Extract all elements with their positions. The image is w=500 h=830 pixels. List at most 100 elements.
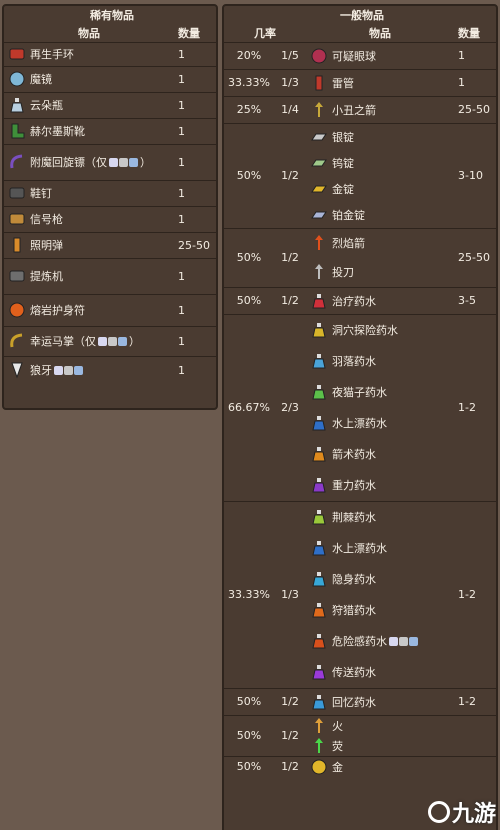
rare-items-table: 稀有物品 物品 数量 再生手环 1 魔镜 1 云朵瓶 1 赫尔墨斯靴 1 附魔回旋镖（仅） 1 鞋钉… [4, 6, 216, 384]
common-item-name[interactable]: 烈焰箭 [332, 235, 365, 251]
common-items-cell: 小丑之箭 [306, 95, 454, 123]
drop-chance-fraction: 1/2 [274, 755, 306, 777]
rare-item-row: 熔岩护身符 1 [4, 293, 216, 326]
rare-item-name[interactable]: 照明弹 [30, 237, 63, 253]
common-item-name[interactable]: 火 [332, 718, 343, 734]
common-item-name[interactable]: 箭术药水 [332, 446, 376, 462]
rare-item-row: 提炼机 1 [4, 257, 216, 294]
rare-item-cell: 提炼机 [4, 257, 174, 294]
rare-item-name[interactable]: 幸运马掌（仅 [30, 333, 96, 349]
common-item-name[interactable]: 危险感药水 [332, 633, 387, 649]
common-item: 金锭 [310, 176, 450, 202]
common-item-name[interactable]: 金锭 [332, 181, 354, 197]
common-title: 一般物品 [340, 9, 384, 22]
drop-chance-fraction: 1/2 [274, 714, 306, 756]
rare-item-name[interactable]: 鞋钉 [30, 185, 52, 201]
jiuyou-watermark-logo: 九游 [427, 796, 496, 828]
rare-item-qty: 25-50 [174, 231, 216, 258]
rare-item-name[interactable]: 熔岩护身符 [30, 302, 85, 318]
rare-item-name[interactable]: 再生手环 [30, 46, 74, 62]
watermark-text: 九游 [451, 802, 496, 827]
rare-title: 稀有物品 [90, 9, 134, 22]
drop-chance-fraction: 1/3 [274, 68, 306, 96]
common-item-name[interactable]: 铂金锭 [332, 207, 365, 223]
common-item: 回忆药水 [310, 689, 450, 715]
mirror-icon [8, 70, 26, 88]
shoe-spikes-icon [8, 184, 26, 202]
gold-bar-icon [310, 180, 328, 198]
common-item: 金 [310, 757, 450, 777]
common-item-name[interactable]: 夜猫子药水 [332, 384, 387, 400]
common-item: 治疗药水 [310, 288, 450, 314]
common-item-qty: 1 [454, 68, 496, 96]
common-col-qty: 数量 [458, 26, 480, 40]
common-item-name[interactable]: 羽落药水 [332, 353, 376, 369]
rare-item-name[interactable]: 魔镜 [30, 71, 52, 87]
rare-item-row: 狼牙 1 [4, 355, 216, 384]
rare-item-cell: 再生手环 [4, 41, 174, 66]
rare-item-name[interactable]: 赫尔墨斯靴 [30, 123, 85, 139]
rare-item-row: 幸运马掌（仅 ） 1 [4, 325, 216, 356]
common-group-row: 50% 1/2 回忆药水 1-2 [224, 687, 496, 715]
rare-item-row: 信号枪 1 [4, 205, 216, 232]
common-items-panel: 一般物品 几率 物品 数量 20% 1/5 可疑眼球 1 33.33% 1/3 雷管 1 25%… [222, 4, 498, 830]
common-item-name[interactable]: 小丑之箭 [332, 102, 376, 118]
rare-item-qty: 1 [174, 257, 216, 294]
common-item-qty [454, 755, 496, 777]
common-item-name[interactable]: 金 [332, 759, 343, 775]
common-item-name[interactable]: 回忆药水 [332, 694, 376, 710]
water-walking-potion-icon [310, 539, 328, 557]
water-walking-potion-icon [310, 414, 328, 432]
common-item: 小丑之箭 [310, 97, 450, 123]
watermark-s-icon [427, 801, 450, 823]
fang-icon [8, 361, 26, 379]
common-items-cell: 雷管 [306, 68, 454, 96]
common-item-name[interactable]: 水上漂药水 [332, 540, 387, 556]
dynamite-icon [310, 74, 328, 92]
common-item: 烈焰箭 [310, 229, 450, 258]
common-items-cell: 洞穴探险药水 羽落药水夜猫子药水水上漂药水箭术药水重力药水 [306, 313, 454, 501]
rare-item-name[interactable]: 狼牙 [30, 362, 52, 378]
drop-chance-percent: 33.33% [224, 500, 274, 688]
common-group-row: 20% 1/5 可疑眼球 1 [224, 41, 496, 69]
rare-item-qty: 1 [174, 41, 216, 66]
common-item-name[interactable]: 狩猎药水 [332, 602, 376, 618]
common-item-name[interactable]: 洞穴探险药水 [332, 322, 398, 338]
common-item-name[interactable]: 传送药水 [332, 664, 376, 680]
rare-item-name[interactable]: 提炼机 [30, 268, 63, 284]
common-items-cell: 银锭 钨锭 金锭 铂金锭 [306, 122, 454, 228]
common-item-name[interactable]: 荆棘药水 [332, 509, 376, 525]
drop-chance-percent: 50% [224, 687, 274, 715]
common-item: 洞穴探险药水 [310, 315, 450, 346]
rare-item-suffix: ） [129, 335, 140, 348]
common-item-name[interactable]: 治疗药水 [332, 293, 376, 309]
rare-item-qty: 1 [174, 205, 216, 232]
common-item: 荧 [310, 736, 450, 756]
drop-chance-fraction: 1/2 [274, 687, 306, 715]
recall-potion-icon [310, 693, 328, 711]
common-item-name[interactable]: 水上漂药水 [332, 415, 387, 431]
thorns-potion-icon [310, 508, 328, 526]
common-items-cell: 回忆药水 [306, 687, 454, 715]
common-item-name[interactable]: 钨锭 [332, 155, 354, 171]
common-item-name[interactable]: 银锭 [332, 129, 354, 145]
rare-item-cell: 鞋钉 [4, 179, 174, 206]
common-item: 投刀 [310, 258, 450, 287]
common-item-name[interactable]: 雷管 [332, 75, 354, 91]
rare-item-row: 再生手环 1 [4, 41, 216, 66]
rare-item-name[interactable]: 云朵瓶 [30, 97, 63, 113]
rare-item-cell: 幸运马掌（仅 ） [4, 325, 174, 356]
common-item-name[interactable]: 重力药水 [332, 477, 376, 493]
common-group-row: 66.67% 2/3 洞穴探险药水 羽落药水 夜猫子药水 水上漂药水 箭术药水 重力药水 1-2 [224, 313, 496, 501]
common-item-qty: 25-50 [454, 95, 496, 123]
rare-item-row: 照明弹 25-50 [4, 231, 216, 258]
rare-item-name[interactable]: 附魔回旋镖（仅 [30, 154, 107, 170]
rare-item-name[interactable]: 信号枪 [30, 211, 63, 227]
common-item-name[interactable]: 荧 [332, 738, 343, 754]
rare-item-row: 附魔回旋镖（仅 ） 1 [4, 143, 216, 180]
common-item: 狩猎药水 [310, 595, 450, 626]
drop-chance-percent: 50% [224, 227, 274, 287]
common-item-name[interactable]: 可疑眼球 [332, 48, 376, 64]
common-item-name[interactable]: 隐身药水 [332, 571, 376, 587]
common-item-name[interactable]: 投刀 [332, 264, 354, 280]
